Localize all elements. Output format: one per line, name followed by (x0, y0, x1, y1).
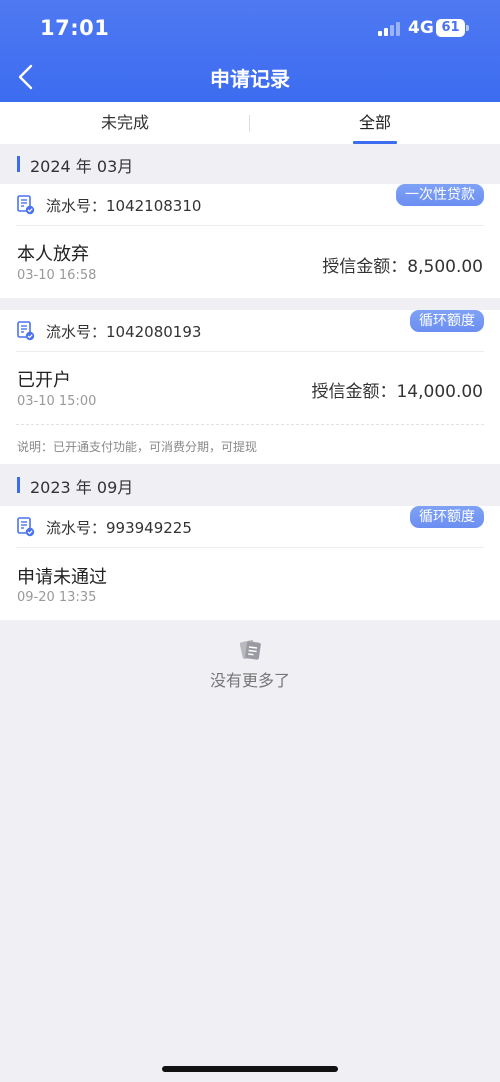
document-check-icon (17, 195, 35, 215)
app-header: 17:01 4G 61 申请记录 (0, 0, 500, 102)
network-type: 4G (408, 18, 434, 38)
group-header: 2023 年 09月 (0, 465, 500, 505)
chevron-left-icon (18, 64, 33, 90)
battery-cap (466, 25, 469, 31)
tab-incomplete[interactable]: 未完成 (0, 102, 250, 144)
group-title: 2023 年 09月 (30, 478, 134, 497)
record-status: 本人放弃 (17, 244, 89, 265)
status-bar: 17:01 4G 61 (0, 0, 500, 58)
credit-amount: 授信金额：8,500.00 (322, 257, 483, 277)
divider (16, 225, 484, 226)
battery-level: 61 (441, 20, 460, 35)
group-accent-bar (17, 477, 20, 493)
record-status: 申请未通过 (17, 567, 107, 588)
page-title: 申请记录 (210, 67, 290, 91)
battery-icon: 61 (436, 19, 465, 37)
record-card[interactable]: 流水号：993949225 循环额度 申请未通过 09-20 13:35 (0, 506, 500, 620)
divider (16, 351, 484, 352)
record-datetime: 09-20 13:35 (17, 590, 97, 605)
signal-strength-icon (378, 22, 402, 36)
back-button[interactable] (10, 58, 46, 94)
record-note: 说明：已开通支付功能，可消费分期，可提现 (17, 440, 258, 454)
product-type-badge: 循环额度 (410, 310, 484, 332)
record-card-header: 流水号：1042080193 循环额度 (0, 310, 500, 351)
document-note-icon (239, 640, 261, 660)
group-title: 2024 年 03月 (30, 157, 134, 176)
tab-all[interactable]: 全部 (250, 102, 500, 144)
end-of-list-text: 没有更多了 (209, 671, 290, 690)
serial-number: 流水号：1042080193 (46, 323, 202, 341)
end-of-list-wrap: 没有更多了 (0, 667, 500, 691)
dashed-divider (16, 424, 484, 425)
divider (16, 547, 484, 548)
page-title-wrap: 申请记录 (0, 63, 500, 92)
group-accent-bar (17, 156, 20, 172)
record-datetime: 03-10 16:58 (17, 268, 97, 283)
record-card[interactable]: 流水号：1042108310 一次性贷款 本人放弃 03-10 16:58 授信… (0, 184, 500, 298)
credit-amount: 授信金额：14,000.00 (311, 382, 483, 402)
record-card-header: 流水号：1042108310 一次性贷款 (0, 184, 500, 225)
document-check-icon (17, 517, 35, 537)
document-check-icon (17, 321, 35, 341)
product-type-badge: 循环额度 (410, 506, 484, 528)
record-card[interactable]: 流水号：1042080193 循环额度 已开户 03-10 15:00 授信金额… (0, 310, 500, 464)
product-type-badge: 一次性贷款 (396, 184, 484, 206)
group-header: 2024 年 03月 (0, 144, 500, 184)
tab-bar: 未完成 全部 (0, 102, 500, 144)
serial-number: 流水号：1042108310 (46, 197, 202, 215)
record-card-header: 流水号：993949225 循环额度 (0, 506, 500, 547)
record-status: 已开户 (17, 370, 71, 391)
record-datetime: 03-10 15:00 (17, 394, 97, 409)
serial-number: 流水号：993949225 (46, 519, 192, 537)
home-indicator[interactable] (162, 1066, 338, 1072)
nav-bar: 申请记录 (0, 54, 500, 100)
status-time: 17:01 (40, 16, 110, 40)
